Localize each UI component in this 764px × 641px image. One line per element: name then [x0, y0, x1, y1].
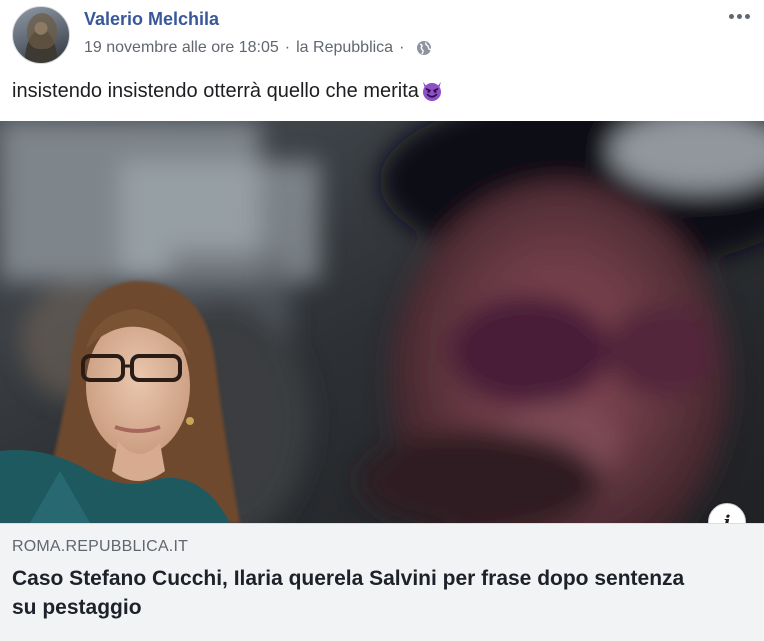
post-header: Valerio Melchila 19 novembre alle ore 18… — [0, 0, 764, 70]
post-timestamp[interactable]: 19 novembre alle ore 18:05 — [84, 39, 279, 57]
globe-icon[interactable] — [416, 40, 432, 56]
author-avatar[interactable] — [12, 6, 70, 64]
avatar-hair — [27, 13, 57, 49]
more-dot — [728, 13, 734, 19]
meta-separator: · — [284, 39, 291, 56]
meta-separator-2: · — [399, 39, 405, 56]
link-caption[interactable]: ROMA.REPUBBLICA.IT Caso Stefano Cucchi, … — [0, 523, 764, 641]
more-options-icon[interactable] — [726, 8, 752, 24]
post-message-text: insistendo insistendo otterrà quello che… — [12, 79, 419, 102]
post-source[interactable]: la Repubblica — [296, 39, 393, 57]
post-message: insistendo insistendo otterrà quello che… — [12, 79, 444, 103]
link-preview-image[interactable]: i — [0, 121, 764, 523]
link-domain: ROMA.REPUBBLICA.IT — [12, 538, 189, 555]
more-dot — [744, 13, 750, 19]
author-name[interactable]: Valerio Melchila — [84, 9, 219, 30]
link-title[interactable]: Caso Stefano Cucchi, Ilaria querela Salv… — [12, 564, 702, 622]
more-dot — [736, 13, 742, 19]
news-photo — [0, 121, 764, 523]
link-preview-card[interactable]: i ROMA.REPUBBLICA.IT Caso Stefano Cucchi… — [0, 121, 764, 641]
post-meta: 19 novembre alle ore 18:05 · la Repubbli… — [84, 39, 432, 57]
smiling-devil-emoji-icon — [422, 82, 441, 101]
